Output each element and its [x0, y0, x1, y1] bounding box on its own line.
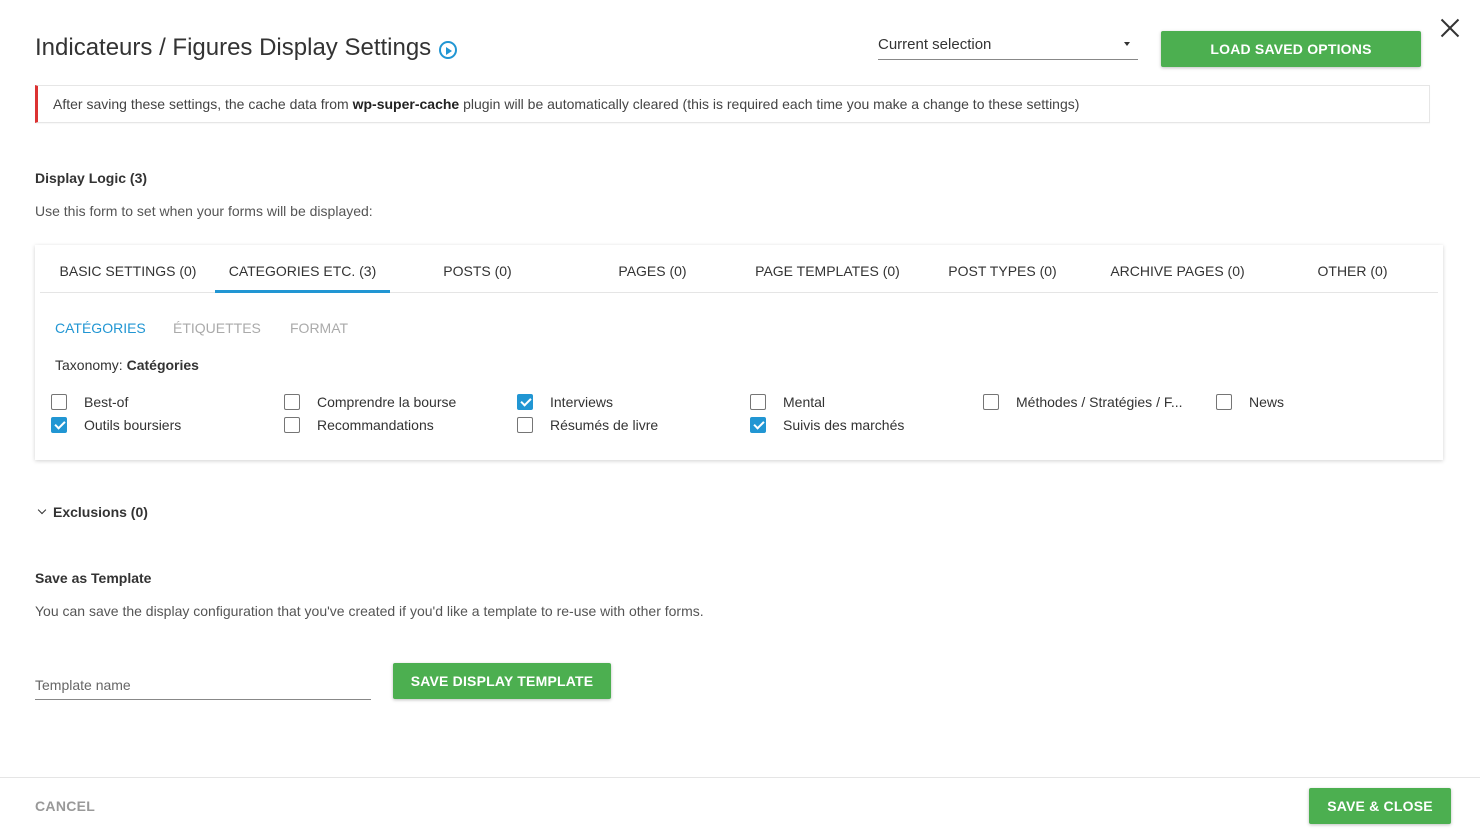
- taxonomy-prefix: Taxonomy:: [55, 357, 127, 373]
- load-saved-options-button[interactable]: LOAD SAVED OPTIONS: [1161, 31, 1421, 67]
- category-checkbox-item[interactable]: Suivis des marchés: [750, 417, 904, 433]
- tab-other[interactable]: OTHER (0): [1265, 245, 1440, 293]
- category-checkbox-item[interactable]: Outils boursiers: [51, 417, 181, 433]
- chevron-down-icon: [37, 505, 47, 515]
- checkbox[interactable]: [284, 417, 300, 433]
- save-and-close-button[interactable]: SAVE & CLOSE: [1309, 788, 1451, 824]
- category-checkbox-item[interactable]: Méthodes / Stratégies / F...: [983, 394, 1183, 410]
- tab-page-templates[interactable]: PAGE TEMPLATES (0): [740, 245, 915, 293]
- cache-notice: After saving these settings, the cache d…: [35, 85, 1430, 123]
- category-checkbox-item[interactable]: Interviews: [517, 394, 613, 410]
- checkbox[interactable]: [983, 394, 999, 410]
- checkbox[interactable]: [1216, 394, 1232, 410]
- taxonomy-name: Catégories: [126, 357, 199, 373]
- tab-pages[interactable]: PAGES (0): [565, 245, 740, 293]
- subtab-etiquettes[interactable]: ÉTIQUETTES: [173, 320, 261, 336]
- category-checkbox-item[interactable]: Mental: [750, 394, 825, 410]
- taxonomy-label: Taxonomy: Catégories: [55, 357, 199, 373]
- checkbox-label: Interviews: [550, 394, 614, 410]
- checkbox-label: Outils boursiers: [84, 417, 182, 433]
- exclusions-toggle[interactable]: Exclusions (0): [37, 504, 148, 520]
- checkbox[interactable]: [517, 417, 533, 433]
- save-display-template-button[interactable]: SAVE DISPLAY TEMPLATE: [393, 663, 611, 699]
- checkbox-checked[interactable]: [51, 417, 67, 433]
- save-template-description: You can save the display configuration t…: [35, 603, 704, 619]
- subtab-format[interactable]: FORMAT: [290, 320, 348, 336]
- checkbox-label: Best-of: [84, 394, 129, 410]
- category-checkbox-item[interactable]: Best-of: [51, 394, 128, 410]
- notice-plugin-name: wp-super-cache: [352, 96, 460, 112]
- saved-options-select[interactable]: Current selection: [878, 30, 1138, 60]
- saved-options-select-value: Current selection: [878, 36, 992, 53]
- display-logic-panel: BASIC SETTINGS (0) CATEGORIES ETC. (3) P…: [35, 245, 1443, 460]
- checkbox-checked[interactable]: [517, 394, 533, 410]
- notice-text-before: After saving these settings, the cache d…: [53, 96, 353, 112]
- category-checkbox-item[interactable]: Comprendre la bourse: [284, 394, 456, 410]
- save-template-heading: Save as Template: [35, 570, 152, 586]
- exclusions-label: Exclusions (0): [53, 504, 148, 520]
- tab-categories[interactable]: CATEGORIES ETC. (3): [215, 245, 390, 293]
- page-title: Indicateurs / Figures Display Settings: [35, 34, 458, 62]
- checkbox-checked[interactable]: [750, 417, 766, 433]
- play-icon[interactable]: [439, 41, 458, 59]
- category-checkbox-item[interactable]: Résumés de livre: [517, 417, 658, 433]
- cancel-button[interactable]: CANCEL: [35, 798, 95, 814]
- subtab-categories[interactable]: CATÉGORIES: [55, 320, 146, 336]
- checkbox-label: Suivis des marchés: [783, 417, 905, 433]
- notice-text-after: plugin will be automatically cleared (th…: [459, 96, 1080, 112]
- category-checkbox-item[interactable]: Recommandations: [284, 417, 434, 433]
- tab-post-types[interactable]: POST TYPES (0): [915, 245, 1090, 293]
- display-logic-heading: Display Logic (3): [35, 170, 148, 186]
- template-name-input[interactable]: [35, 670, 371, 700]
- tab-basic-settings[interactable]: BASIC SETTINGS (0): [44, 245, 212, 293]
- checkbox-label: Résumés de livre: [550, 417, 659, 433]
- tab-bar: BASIC SETTINGS (0) CATEGORIES ETC. (3) P…: [40, 245, 1438, 293]
- page-title-text: Indicateurs / Figures Display Settings: [35, 34, 432, 61]
- checkbox-label: Méthodes / Stratégies / F...: [1016, 394, 1183, 410]
- checkbox-label: Mental: [783, 394, 826, 410]
- checkbox[interactable]: [284, 394, 300, 410]
- checkbox-label: Comprendre la bourse: [317, 394, 457, 410]
- checkbox-label: Recommandations: [317, 417, 434, 433]
- display-logic-description: Use this form to set when your forms wil…: [35, 203, 373, 219]
- caret-down-icon: [1124, 42, 1130, 46]
- tab-archive-pages[interactable]: ARCHIVE PAGES (0): [1090, 245, 1265, 293]
- category-checkbox-item[interactable]: News: [1216, 394, 1284, 410]
- checkbox-label: News: [1249, 394, 1285, 410]
- tab-posts[interactable]: POSTS (0): [390, 245, 565, 293]
- footer-bar: CANCEL SAVE & CLOSE: [0, 777, 1480, 832]
- close-icon[interactable]: [1440, 18, 1460, 38]
- checkbox[interactable]: [51, 394, 67, 410]
- checkbox[interactable]: [750, 394, 766, 410]
